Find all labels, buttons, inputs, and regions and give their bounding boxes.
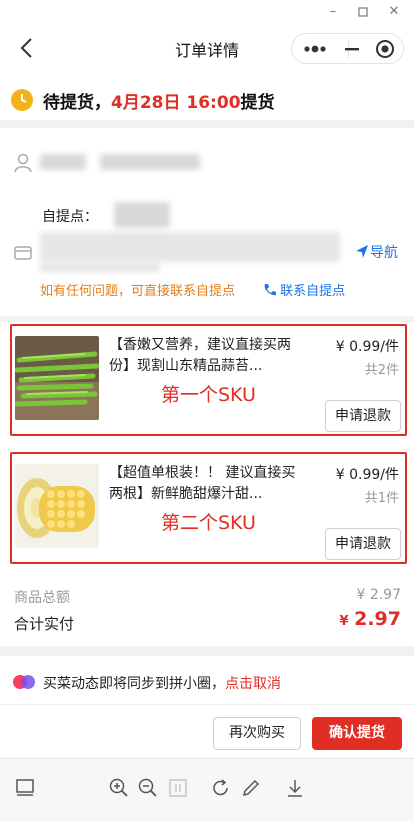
clock-icon	[11, 89, 33, 111]
section-gap	[0, 316, 414, 322]
product-image-corn[interactable]	[15, 464, 99, 548]
sync-notice: 买菜动态即将同步到拼小圈，点击取消	[0, 660, 414, 704]
pickup-hint: 如有任何问题，可直接联系自提点	[40, 284, 236, 299]
sync-text: 买菜动态即将同步到拼小圈，点击取消	[43, 673, 281, 693]
paid-total-value: ¥ 2.97	[339, 608, 401, 630]
sku-annotation: 第一个SKU	[161, 384, 256, 406]
nav-bar: 订单详情	[0, 24, 414, 72]
paid-currency: ¥	[339, 614, 349, 629]
product-image-garlic-scape[interactable]	[15, 336, 99, 420]
viewer-toolbar	[0, 758, 414, 821]
status-suffix: 提货	[240, 93, 275, 113]
more-dots-icon[interactable]	[302, 42, 328, 56]
product-card[interactable]: 【香嫩又营养，建议直接买两份】现割山东精品蒜苔... ¥ 0.99/件 共2件 …	[10, 324, 407, 436]
sku-annotation: 第二个SKU	[161, 512, 256, 534]
redacted-name	[40, 154, 86, 170]
cancel-sync-link[interactable]: 点击取消	[225, 676, 281, 692]
phone-icon	[264, 284, 276, 296]
paid-total-label: 合计实付	[14, 615, 75, 633]
pickup-label: 自提点：	[42, 209, 98, 225]
user-icon	[12, 152, 34, 174]
target-icon[interactable]	[375, 39, 395, 59]
order-totals: 商品总额 ¥ 2.97 合计实付 ¥ 2.97	[0, 580, 414, 642]
pinxiaoquan-icon	[12, 672, 36, 692]
window-title-bar: – ✕	[0, 0, 414, 24]
product-name[interactable]: 【超值单根装！！ 建议直接买两根】新鲜脆甜爆汁甜...	[109, 463, 299, 505]
contact-label: 联系自提点	[280, 284, 346, 299]
minimize-icon[interactable]	[343, 40, 361, 58]
refund-button[interactable]: 申请退款	[325, 400, 401, 432]
product-quantity: 共1件	[364, 491, 399, 506]
paid-amount: 2.97	[354, 608, 401, 630]
product-price: ¥ 0.99/件	[335, 467, 399, 483]
pickup-info: 自提点： 导航 如有任何问题，可直接联系自提点 联系自提点	[0, 136, 414, 316]
product-card[interactable]: 【超值单根装！！ 建议直接买两根】新鲜脆甜爆汁甜... ¥ 0.99/件 共1件…	[10, 452, 407, 564]
sync-message: 买菜动态即将同步到拼小圈，	[43, 676, 225, 692]
minimize-icon[interactable]: –	[324, 3, 342, 21]
goods-total-value: ¥ 2.97	[356, 587, 401, 603]
edit-icon[interactable]	[240, 777, 262, 799]
rotate-icon[interactable]	[210, 777, 232, 799]
refund-button[interactable]: 申请退款	[325, 528, 401, 560]
order-status: 待提货，4月28日 16:00提货	[0, 72, 414, 128]
store-icon	[12, 240, 34, 262]
redacted-address	[40, 232, 340, 262]
navigate-label: 导航	[370, 245, 398, 261]
panel-icon[interactable]	[14, 777, 36, 799]
product-price: ¥ 0.99/件	[335, 339, 399, 355]
section-gap	[0, 646, 414, 656]
navigate-link[interactable]: 导航	[354, 242, 398, 262]
actual-size-icon	[167, 777, 189, 799]
action-bar: 再次购买 确认提货	[0, 704, 414, 758]
pickup-datetime: 4月28日 16:00	[111, 93, 241, 113]
maximize-icon[interactable]	[354, 3, 372, 21]
app-window: – ✕ 订单详情 待提货，4月28日 16:00提货 自提点： 导航 如有任何问…	[0, 0, 414, 821]
navigation-arrow-icon	[356, 245, 368, 258]
redacted-address-2	[40, 262, 160, 272]
product-quantity: 共2件	[364, 363, 399, 378]
status-prefix: 待提货，	[43, 93, 111, 113]
close-icon[interactable]: ✕	[385, 3, 403, 21]
redacted-pickup-name	[114, 202, 170, 228]
mini-program-capsule	[291, 33, 404, 64]
status-text: 待提货，4月28日 16:00提货	[43, 88, 275, 113]
product-name[interactable]: 【香嫩又营养，建议直接买两份】现割山东精品蒜苔...	[109, 335, 299, 377]
redacted-phone	[100, 154, 200, 170]
zoom-in-icon[interactable]	[108, 777, 130, 799]
download-icon[interactable]	[284, 777, 306, 799]
contact-pickup-link[interactable]: 联系自提点	[262, 280, 345, 299]
buy-again-button[interactable]: 再次购买	[213, 717, 301, 750]
zoom-out-icon[interactable]	[137, 777, 159, 799]
goods-total-label: 商品总额	[14, 590, 70, 606]
confirm-pickup-button[interactable]: 确认提货	[312, 717, 402, 750]
